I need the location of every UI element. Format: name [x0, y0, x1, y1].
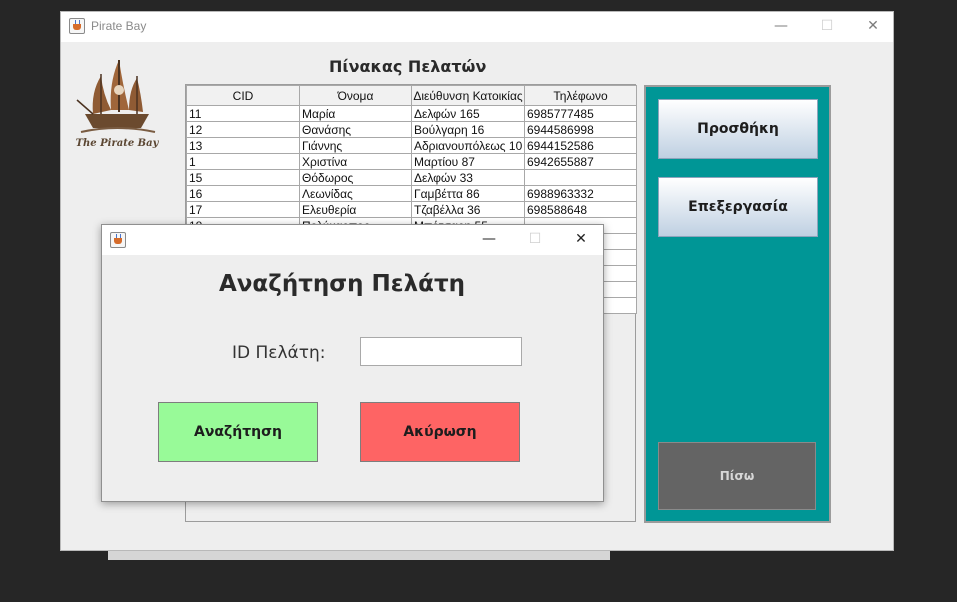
- customer-id-label: ID Πελάτη:: [232, 343, 326, 363]
- cell-phone[interactable]: 6985777485: [524, 105, 637, 122]
- cell-cid[interactable]: 13: [186, 137, 300, 154]
- cell-cid[interactable]: 11: [186, 105, 300, 122]
- customer-id-input[interactable]: [360, 337, 522, 366]
- cell-phone[interactable]: 6944586998: [524, 121, 637, 138]
- table-row[interactable]: 17 Ελευθερία Τζαβέλλα 36 698588648: [186, 201, 637, 218]
- table-row[interactable]: 16 Λεωνίδας Γαμβέττα 86 6988963332: [186, 185, 637, 202]
- dialog-minimize-button[interactable]: —: [466, 225, 512, 255]
- column-header-address[interactable]: Διεύθυνση Κατοικίας: [411, 85, 525, 106]
- column-header-phone[interactable]: Τηλέφωνο: [524, 85, 637, 106]
- window-title: Pirate Bay: [91, 19, 147, 33]
- cell-phone[interactable]: 6988963332: [524, 185, 637, 202]
- close-button[interactable]: ✕: [850, 12, 896, 42]
- cell-phone[interactable]: [524, 169, 637, 186]
- dialog-close-button[interactable]: ✕: [558, 225, 604, 255]
- cell-name[interactable]: Γιάννης: [299, 137, 412, 154]
- logo-text: The Pirate Bay: [75, 138, 159, 149]
- edit-customer-button[interactable]: Επεξεργασία: [658, 177, 818, 237]
- dialog-heading: Αναζήτηση Πελάτη: [218, 271, 466, 297]
- minimize-button[interactable]: —: [758, 12, 804, 42]
- dialog-maximize-button[interactable]: ☐: [512, 225, 558, 255]
- cell-address[interactable]: Δελφών 165: [411, 105, 525, 122]
- java-app-icon: [110, 232, 126, 248]
- add-customer-button[interactable]: Προσθήκη: [658, 99, 818, 159]
- cancel-button[interactable]: Ακύρωση: [360, 402, 520, 462]
- cell-cid[interactable]: 12: [186, 121, 300, 138]
- cell-phone[interactable]: 6944152586: [524, 137, 637, 154]
- table-row[interactable]: 15 Θόδωρος Δελφών 33: [186, 169, 637, 186]
- cell-name[interactable]: Θόδωρος: [299, 169, 412, 186]
- cell-name[interactable]: Ελευθερία: [299, 201, 412, 218]
- cell-phone[interactable]: 6942655887: [524, 153, 637, 170]
- cell-address[interactable]: Γαμβέττα 86: [411, 185, 525, 202]
- column-header-cid[interactable]: CID: [186, 85, 300, 106]
- column-header-name[interactable]: Όνομα: [299, 85, 412, 106]
- cell-name[interactable]: Θανάσης: [299, 121, 412, 138]
- table-row[interactable]: 13 Γιάννης Αδριανουπόλεως 10 6944152586: [186, 137, 637, 154]
- cell-name[interactable]: Μαρία: [299, 105, 412, 122]
- java-app-icon: [69, 18, 85, 34]
- cell-cid[interactable]: 16: [186, 185, 300, 202]
- cell-address[interactable]: Τζαβέλλα 36: [411, 201, 525, 218]
- search-customer-dialog: — ☐ ✕ Αναζήτηση Πελάτη ID Πελάτη: Αναζήτ…: [101, 224, 604, 502]
- cell-name[interactable]: Λεωνίδας: [299, 185, 412, 202]
- table-title: Πίνακας Πελατών: [329, 57, 487, 76]
- cell-address[interactable]: Μαρτίου 87: [411, 153, 525, 170]
- cell-phone[interactable]: 698588648: [524, 201, 637, 218]
- cell-cid[interactable]: 17: [186, 201, 300, 218]
- search-button[interactable]: Αναζήτηση: [158, 402, 318, 462]
- title-bar[interactable]: Pirate Bay — ☐ ✕: [61, 12, 893, 42]
- maximize-button[interactable]: ☐: [804, 12, 850, 42]
- back-button[interactable]: Πίσω: [658, 442, 816, 510]
- table-row[interactable]: 11 Μαρία Δελφών 165 6985777485: [186, 105, 637, 122]
- cell-cid[interactable]: 1: [186, 153, 300, 170]
- table-row[interactable]: 12 Θανάσης Βούλγαρη 16 6944586998: [186, 121, 637, 138]
- cell-address[interactable]: Δελφών 33: [411, 169, 525, 186]
- side-panel: Προσθήκη Επεξεργασία Πίσω: [644, 85, 831, 523]
- pirate-ship-logo-graphic: [76, 60, 156, 133]
- cell-name[interactable]: Χριστίνα: [299, 153, 412, 170]
- dialog-title-bar[interactable]: — ☐ ✕: [102, 225, 603, 255]
- table-row[interactable]: 1 Χριστίνα Μαρτίου 87 6942655887: [186, 153, 637, 170]
- pirate-ship-icon: The Pirate Bay: [71, 52, 163, 156]
- table-header-row: CID Όνομα Διεύθυνση Κατοικίας Τηλέφωνο: [186, 85, 637, 106]
- cell-address[interactable]: Αδριανουπόλεως 10: [411, 137, 525, 154]
- cell-cid[interactable]: 15: [186, 169, 300, 186]
- cell-address[interactable]: Βούλγαρη 16: [411, 121, 525, 138]
